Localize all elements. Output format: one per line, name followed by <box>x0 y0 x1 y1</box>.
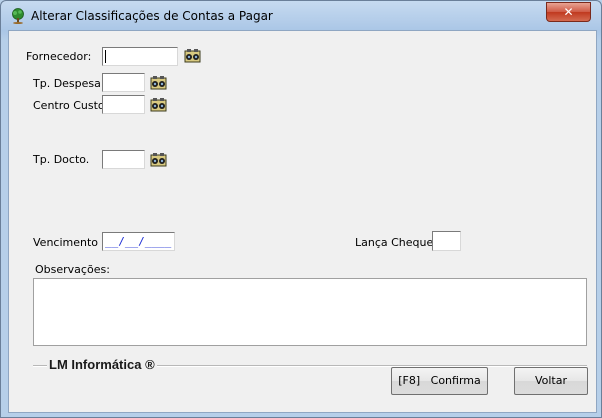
brand-label: LM Informática ® <box>47 357 157 372</box>
centro-custo-input[interactable] <box>102 95 145 114</box>
tp-despesa-label: Tp. Despesa: <box>33 77 105 90</box>
close-icon: ✕ <box>563 5 574 19</box>
text-caret <box>105 50 106 63</box>
close-button[interactable]: ✕ <box>546 2 591 22</box>
confirm-label: [F8] Confirma <box>398 374 481 387</box>
binoculars-icon[interactable] <box>150 97 167 113</box>
tp-despesa-input[interactable] <box>102 73 145 92</box>
tp-docto-input[interactable] <box>102 150 145 169</box>
lanca-cheque-label: Lança Cheque: <box>355 236 437 249</box>
fornecedor-input[interactable] <box>102 47 178 66</box>
vencimento-date-input[interactable]: __/__/____ <box>102 232 175 251</box>
centro-custo-label: Centro Custo: <box>33 99 109 112</box>
tp-docto-label: Tp. Docto. <box>33 153 90 166</box>
window-title: Alterar Classificações de Contas a Pagar <box>31 9 273 23</box>
form-panel: Fornecedor: Tp. Despesa: Centro Custo: T… <box>8 30 597 413</box>
confirm-button[interactable]: [F8] Confirma <box>391 367 488 395</box>
title-bar[interactable]: Alterar Classificações de Contas a Pagar… <box>1 1 601 29</box>
app-tree-icon <box>12 8 24 24</box>
back-button[interactable]: Voltar <box>514 367 588 395</box>
date-mask-value: __/__/____ <box>105 235 172 248</box>
dialog-window: Alterar Classificações de Contas a Pagar… <box>0 0 602 418</box>
back-label: Voltar <box>534 374 568 387</box>
observacoes-label: Observações: <box>35 263 110 276</box>
vencimento-label: Vencimento <box>33 236 99 249</box>
fornecedor-label: Fornecedor: <box>26 50 92 63</box>
binoculars-icon[interactable] <box>184 48 201 64</box>
observacoes-textarea[interactable] <box>33 278 587 346</box>
binoculars-icon[interactable] <box>150 152 167 168</box>
lanca-cheque-input[interactable] <box>432 231 461 251</box>
binoculars-icon[interactable] <box>150 75 167 91</box>
